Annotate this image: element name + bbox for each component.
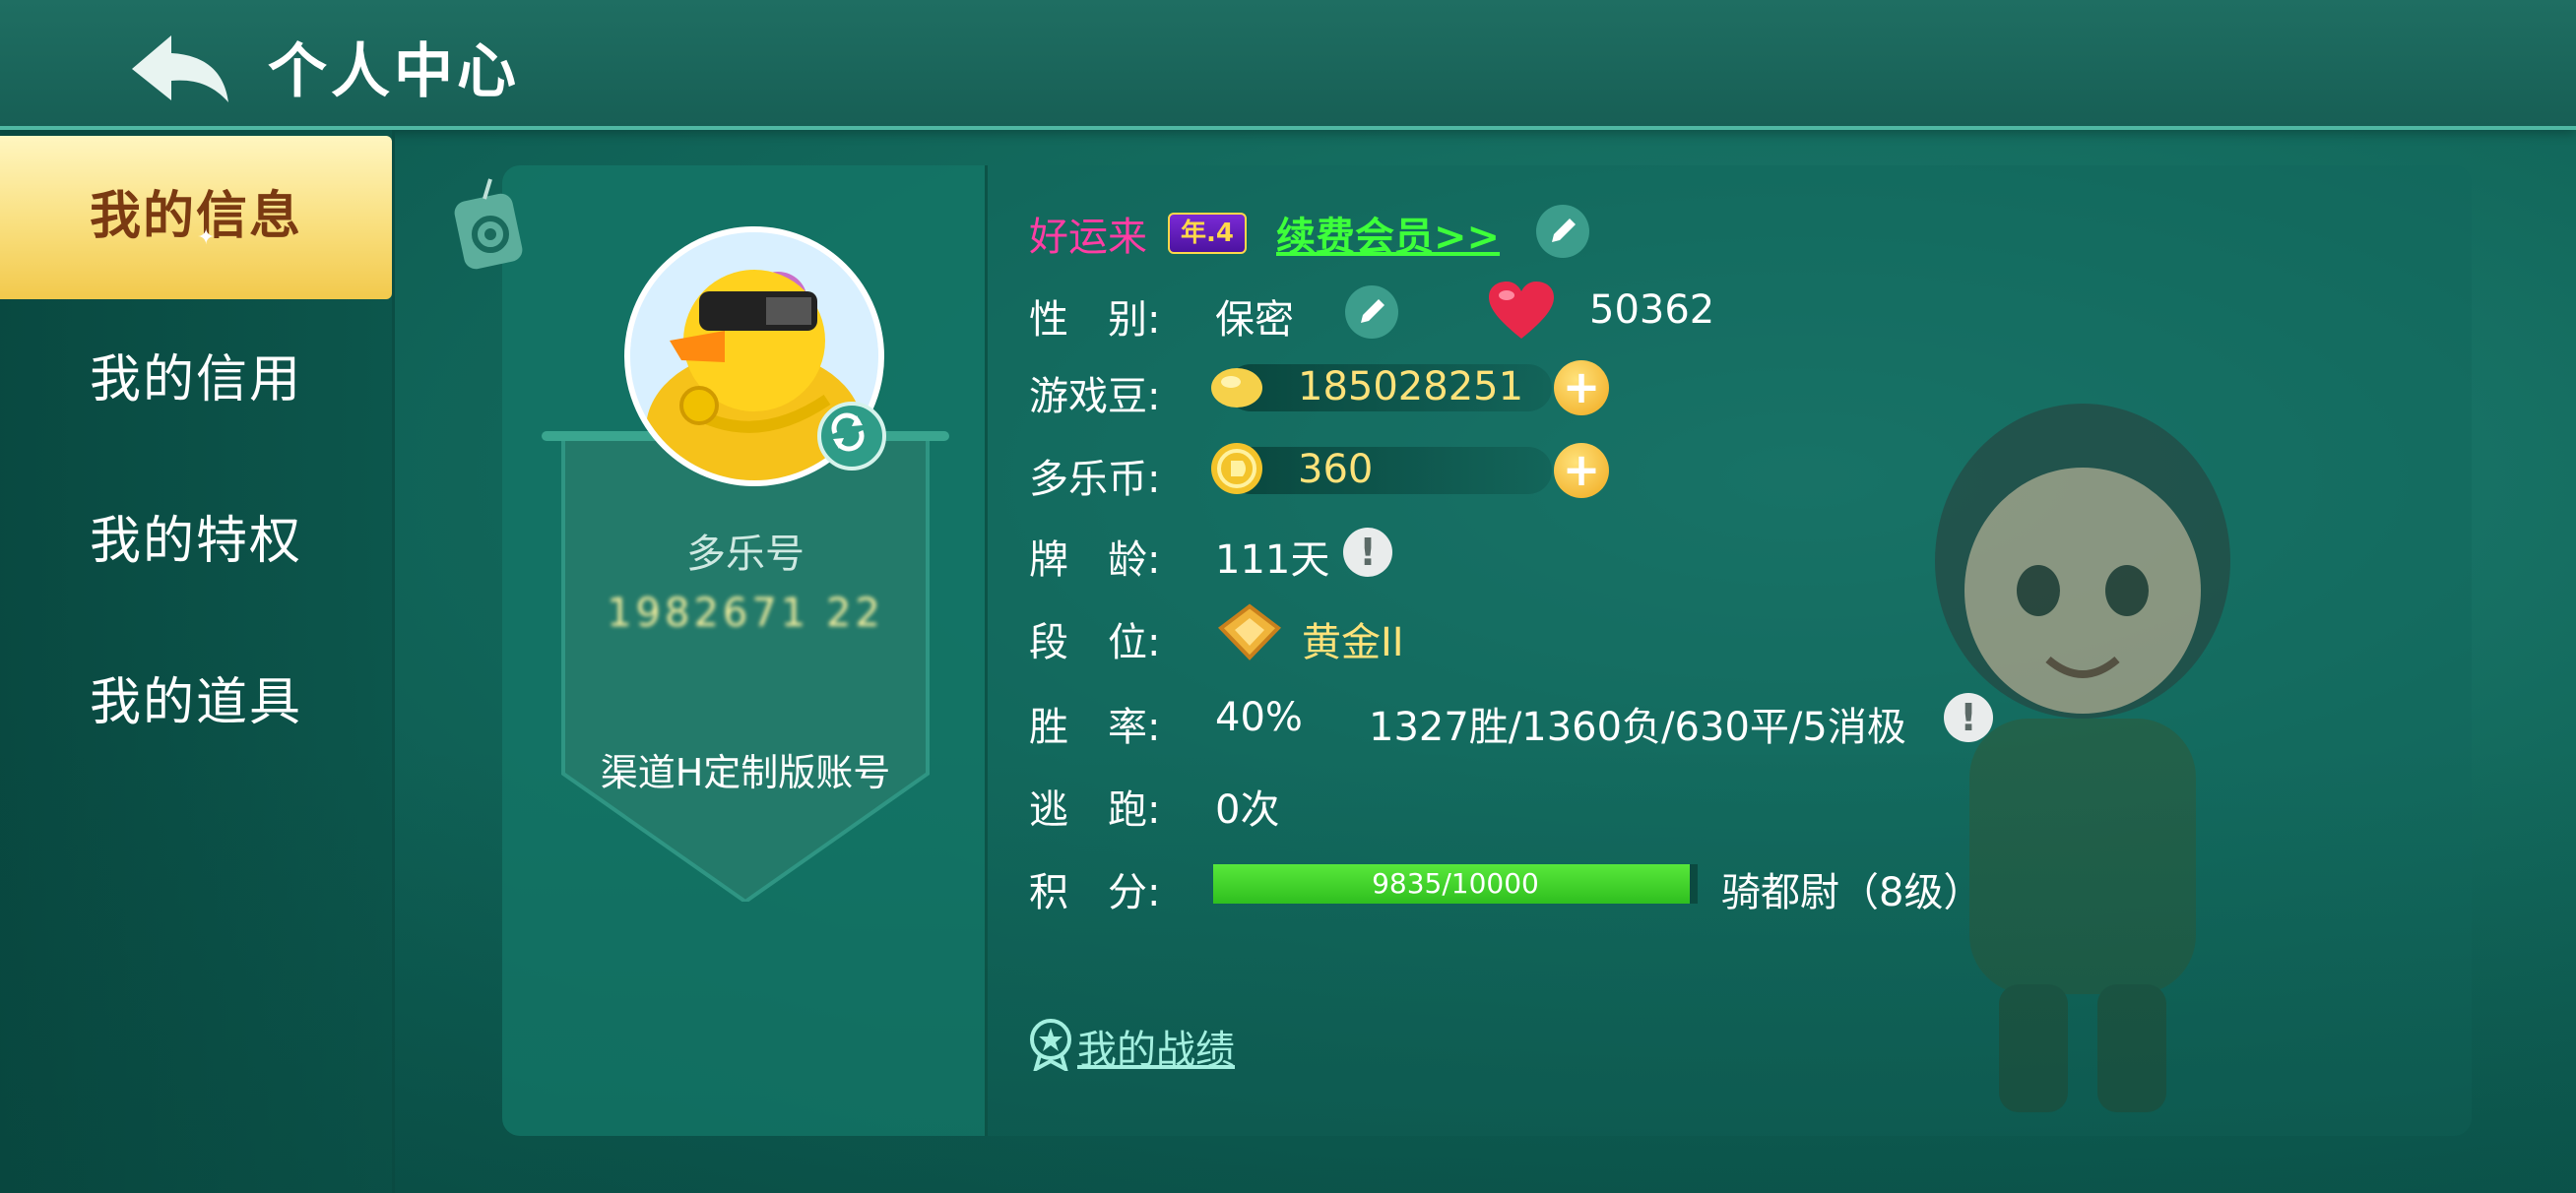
winrate-info-icon[interactable]: ! xyxy=(1944,693,1993,742)
refresh-icon[interactable] xyxy=(817,402,886,471)
account-shield xyxy=(561,439,930,902)
winrate-value: 40% xyxy=(1215,695,1303,740)
character-illustration xyxy=(1935,404,2230,1112)
sidebar-item-my-info[interactable]: ✦ 我的信息 xyxy=(0,136,392,299)
sidebar-item-my-privileges[interactable]: 我的特权 xyxy=(0,461,392,622)
score-title: 骑都尉（8级） xyxy=(1721,870,1983,915)
beans-value: 185028251 xyxy=(1298,364,1524,409)
winrate-label: 胜 率: xyxy=(1029,705,1161,750)
header-bar: 个人中心 xyxy=(0,0,2576,130)
page-title: 个人中心 xyxy=(268,37,520,106)
sidebar: ✦ 我的信息 我的信用 我的特权 我的道具 xyxy=(0,130,395,1193)
add-beans-button[interactable]: + xyxy=(1554,360,1609,415)
nickname: 好运来 xyxy=(1029,215,1147,260)
gender-value: 保密 xyxy=(1215,297,1294,343)
rank-value: 黄金II xyxy=(1302,620,1404,665)
year-badge: 年.4 xyxy=(1168,213,1247,254)
rank-icon xyxy=(1217,603,1282,660)
edit-gender-icon[interactable] xyxy=(1345,285,1398,339)
score-progress-text: 9835/10000 xyxy=(1372,867,1539,900)
gender-label: 性 别: xyxy=(1029,297,1161,343)
escape-label: 逃 跑: xyxy=(1029,787,1161,833)
rank-label: 段 位: xyxy=(1029,620,1161,665)
sidebar-item-my-credit[interactable]: 我的信用 xyxy=(0,299,392,461)
likes-count: 50362 xyxy=(1589,287,1715,333)
account-id: 1982671 22 xyxy=(607,591,884,636)
sidebar-item-label: 我的信用 xyxy=(89,350,302,409)
coin-icon xyxy=(1211,443,1262,494)
sidebar-item-label: 我的特权 xyxy=(89,512,302,571)
my-records-link[interactable]: 我的战绩 xyxy=(1077,1018,1235,1075)
channel-label: 渠道H定制版账号 xyxy=(600,751,891,794)
sidebar-item-label: 我的道具 xyxy=(89,673,302,732)
coins-label: 多乐币: xyxy=(1029,457,1161,502)
sparkle-icon: ✦ xyxy=(197,225,218,250)
escape-value: 0次 xyxy=(1215,787,1280,833)
tag-icon[interactable] xyxy=(451,175,530,274)
sidebar-item-my-items[interactable]: 我的道具 xyxy=(0,622,392,784)
bean-icon xyxy=(1211,368,1262,408)
beans-label: 游戏豆: xyxy=(1029,374,1161,419)
score-progress-bar: 9835/10000 xyxy=(1213,864,1698,904)
sidebar-item-label: 我的信息 xyxy=(89,187,302,246)
add-coins-button[interactable]: + xyxy=(1554,443,1609,498)
back-arrow-icon[interactable] xyxy=(126,30,234,106)
renew-membership-link[interactable]: 续费会员>> xyxy=(1276,205,1500,262)
age-info-icon[interactable]: ! xyxy=(1343,528,1392,577)
age-value: 111天 xyxy=(1215,537,1330,583)
age-label: 牌 龄: xyxy=(1029,537,1161,583)
winrate-detail: 1327胜/1360负/630平/5消极 xyxy=(1369,705,1906,750)
coins-value: 360 xyxy=(1298,447,1374,492)
edit-nickname-icon[interactable] xyxy=(1536,205,1589,258)
score-label: 积 分: xyxy=(1029,870,1161,915)
account-label: 多乐号 xyxy=(686,532,805,577)
star-badge-icon xyxy=(1030,1019,1071,1071)
coins-pill xyxy=(1227,447,1552,494)
heart-icon xyxy=(1489,282,1554,339)
